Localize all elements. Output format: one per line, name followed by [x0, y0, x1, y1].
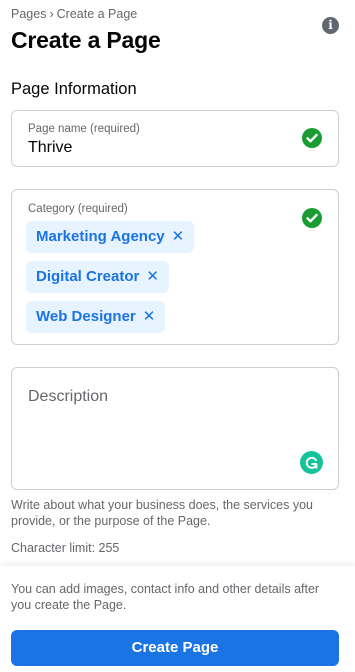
character-limit: Character limit: 255 — [11, 541, 120, 555]
checkmark-icon — [302, 128, 322, 148]
category-chip: Digital Creator ✕ — [26, 261, 169, 293]
page-name-field[interactable]: Page name (required) Thrive — [11, 110, 339, 167]
category-chip-label: Digital Creator — [36, 268, 140, 285]
description-helper-text: Write about what your business does, the… — [11, 498, 314, 528]
category-chip: Web Designer ✕ — [26, 301, 166, 333]
section-title: Page Information — [11, 80, 137, 98]
category-chip-label: Web Designer — [36, 308, 136, 325]
remove-chip-icon[interactable]: ✕ — [143, 308, 156, 325]
category-chip-label: Marketing Agency — [36, 228, 165, 245]
create-page-panel: Pages › Create a Page i Create a Page Page… — [0, 0, 355, 672]
breadcrumb-item-pages[interactable]: Pages — [11, 7, 46, 21]
create-page-button[interactable]: Create Page — [11, 630, 339, 666]
page-name-label: Page name (required) — [28, 123, 140, 135]
footer: You can add images, contact info and oth… — [0, 566, 355, 672]
breadcrumb: Pages › Create a Page — [11, 7, 137, 22]
breadcrumb-separator: › — [49, 7, 54, 21]
category-label: Category (required) — [28, 203, 128, 215]
category-field[interactable]: Category (required) Marketing Agency ✕ Di… — [11, 189, 339, 345]
remove-chip-icon[interactable]: ✕ — [172, 228, 185, 245]
page-title: Create a Page — [11, 27, 161, 53]
page-name-value[interactable]: Thrive — [28, 138, 72, 158]
checkmark-icon — [302, 208, 322, 228]
footer-note: You can add images, contact info and oth… — [11, 582, 320, 612]
grammarly-icon[interactable] — [300, 451, 323, 474]
remove-chip-icon[interactable]: ✕ — [146, 268, 159, 285]
description-placeholder: Description — [28, 388, 109, 405]
info-icon[interactable]: i — [322, 17, 339, 34]
category-chip: Marketing Agency ✕ — [26, 221, 195, 253]
description-field[interactable]: Description — [11, 367, 339, 490]
breadcrumb-item-current: Create a Page — [56, 7, 138, 21]
